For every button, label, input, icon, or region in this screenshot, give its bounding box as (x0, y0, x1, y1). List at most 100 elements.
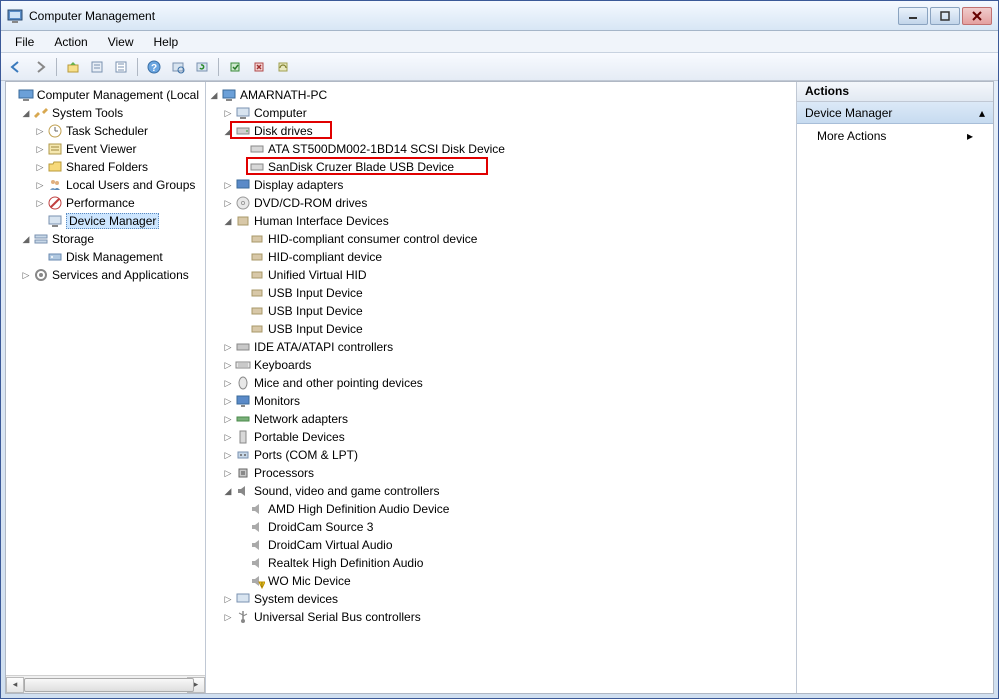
collapse-icon[interactable]: ◢ (222, 127, 234, 136)
toolbar-disable[interactable] (248, 56, 270, 78)
device-droidcam-virtual[interactable]: DroidCam Virtual Audio (208, 536, 794, 554)
scroll-left-button[interactable]: ◂ (6, 677, 24, 693)
device-disk-ata[interactable]: ATA ST500DM002-1BD14 SCSI Disk Device (208, 140, 794, 158)
computer-icon (221, 87, 237, 103)
tree-system-tools[interactable]: ◢ System Tools (6, 104, 205, 122)
toolbar-back[interactable] (5, 56, 27, 78)
toolbar-up[interactable] (62, 56, 84, 78)
device-network[interactable]: ▷Network adapters (208, 410, 794, 428)
toolbar-list[interactable] (110, 56, 132, 78)
expand-icon[interactable]: ▷ (222, 469, 234, 478)
device-usb-input-2[interactable]: USB Input Device (208, 302, 794, 320)
device-portable[interactable]: ▷Portable Devices (208, 428, 794, 446)
collapse-icon[interactable]: ◢ (208, 91, 220, 100)
expand-icon[interactable]: ▷ (222, 613, 234, 622)
close-button[interactable] (962, 7, 992, 25)
expand-icon[interactable]: ▷ (34, 199, 46, 208)
maximize-button[interactable] (930, 7, 960, 25)
device-mice[interactable]: ▷Mice and other pointing devices (208, 374, 794, 392)
menu-view[interactable]: View (98, 33, 144, 51)
minimize-button[interactable] (898, 7, 928, 25)
actions-header: Actions (797, 82, 993, 102)
expand-icon[interactable]: ▷ (222, 595, 234, 604)
expand-icon[interactable]: ▷ (222, 379, 234, 388)
tree-disk-management[interactable]: Disk Management (6, 248, 205, 266)
titlebar: Computer Management (1, 1, 998, 31)
expand-icon[interactable]: ▷ (222, 109, 234, 118)
left-panel-scrollbar[interactable]: ◂ ▸ (6, 675, 205, 693)
device-monitors[interactable]: ▷Monitors (208, 392, 794, 410)
actions-more[interactable]: More Actions ▸ (797, 124, 993, 148)
expand-icon[interactable]: ▷ (222, 433, 234, 442)
device-hid-compliant[interactable]: HID-compliant device (208, 248, 794, 266)
device-dvd-cd[interactable]: ▷ DVD/CD-ROM drives (208, 194, 794, 212)
device-hid[interactable]: ◢ Human Interface Devices (208, 212, 794, 230)
expand-icon[interactable]: ▷ (222, 451, 234, 460)
toolbar-properties[interactable] (86, 56, 108, 78)
device-disk-sandisk[interactable]: SanDisk Cruzer Blade USB Device (208, 158, 794, 176)
device-processors[interactable]: ▷Processors (208, 464, 794, 482)
hdd-icon (249, 159, 265, 175)
device-usb-input-1[interactable]: USB Input Device (208, 284, 794, 302)
toolbar: ? (1, 53, 998, 81)
tree-services-apps[interactable]: ▷ Services and Applications (6, 266, 205, 284)
hid-device-icon (249, 321, 265, 337)
tree-root[interactable]: Computer Management (Local (6, 86, 205, 104)
tree-shared-folders[interactable]: ▷ Shared Folders (6, 158, 205, 176)
device-ide-ata[interactable]: ▷IDE ATA/ATAPI controllers (208, 338, 794, 356)
collapse-icon[interactable]: ◢ (222, 217, 234, 226)
tree-task-scheduler[interactable]: ▷ Task Scheduler (6, 122, 205, 140)
menu-file[interactable]: File (5, 33, 44, 51)
device-display-adapters[interactable]: ▷ Display adapters (208, 176, 794, 194)
device-wo-mic[interactable]: !WO Mic Device (208, 572, 794, 590)
actions-panel: Actions Device Manager ▴ More Actions ▸ (797, 82, 993, 693)
toolbar-help[interactable]: ? (143, 56, 165, 78)
collapse-icon[interactable]: ◢ (20, 109, 32, 118)
toolbar-scan[interactable] (167, 56, 189, 78)
device-hid-consumer[interactable]: HID-compliant consumer control device (208, 230, 794, 248)
device-disk-drives[interactable]: ◢ Disk drives (208, 122, 794, 140)
device-realtek-audio[interactable]: Realtek High Definition Audio (208, 554, 794, 572)
toolbar-enable[interactable] (224, 56, 246, 78)
port-icon (235, 447, 251, 463)
device-ports[interactable]: ▷Ports (COM & LPT) (208, 446, 794, 464)
device-keyboards[interactable]: ▷Keyboards (208, 356, 794, 374)
expand-icon[interactable]: ▷ (222, 397, 234, 406)
expand-icon[interactable]: ▷ (34, 145, 46, 154)
expand-icon[interactable]: ▷ (34, 127, 46, 136)
tree-device-manager[interactable]: Device Manager (6, 212, 205, 230)
toolbar-uninstall[interactable] (272, 56, 294, 78)
expand-icon[interactable]: ▷ (222, 415, 234, 424)
expand-icon[interactable]: ▷ (222, 199, 234, 208)
expand-icon[interactable]: ▷ (20, 271, 32, 280)
scroll-thumb[interactable] (24, 678, 194, 692)
device-computer[interactable]: ▷ Computer (208, 104, 794, 122)
toolbar-refresh[interactable] (191, 56, 213, 78)
tree-local-users[interactable]: ▷ Local Users and Groups (6, 176, 205, 194)
expand-icon[interactable]: ▷ (222, 343, 234, 352)
expand-icon[interactable]: ▷ (222, 361, 234, 370)
device-usb-controllers[interactable]: ▷Universal Serial Bus controllers (208, 608, 794, 626)
menu-action[interactable]: Action (44, 33, 97, 51)
menu-help[interactable]: Help (144, 33, 189, 51)
expand-icon[interactable]: ▷ (222, 181, 234, 190)
tree-storage[interactable]: ◢ Storage (6, 230, 205, 248)
toolbar-forward[interactable] (29, 56, 51, 78)
device-root[interactable]: ◢ AMARNATH-PC (208, 86, 794, 104)
performance-icon (47, 195, 63, 211)
device-sound[interactable]: ◢Sound, video and game controllers (208, 482, 794, 500)
collapse-icon[interactable]: ◢ (20, 235, 32, 244)
device-unified-vhid[interactable]: Unified Virtual HID (208, 266, 794, 284)
tree-event-viewer[interactable]: ▷ Event Viewer (6, 140, 205, 158)
expand-icon[interactable]: ▷ (34, 163, 46, 172)
collapse-icon[interactable]: ◢ (222, 487, 234, 496)
device-usb-input-3[interactable]: USB Input Device (208, 320, 794, 338)
actions-subheader[interactable]: Device Manager ▴ (797, 102, 993, 124)
device-droidcam-source[interactable]: DroidCam Source 3 (208, 518, 794, 536)
expand-icon[interactable]: ▷ (34, 181, 46, 190)
collapse-icon[interactable]: ▴ (979, 106, 985, 120)
device-amd-audio[interactable]: AMD High Definition Audio Device (208, 500, 794, 518)
tree-performance[interactable]: ▷ Performance (6, 194, 205, 212)
arrow-right-icon: ▸ (967, 129, 973, 143)
device-system[interactable]: ▷System devices (208, 590, 794, 608)
